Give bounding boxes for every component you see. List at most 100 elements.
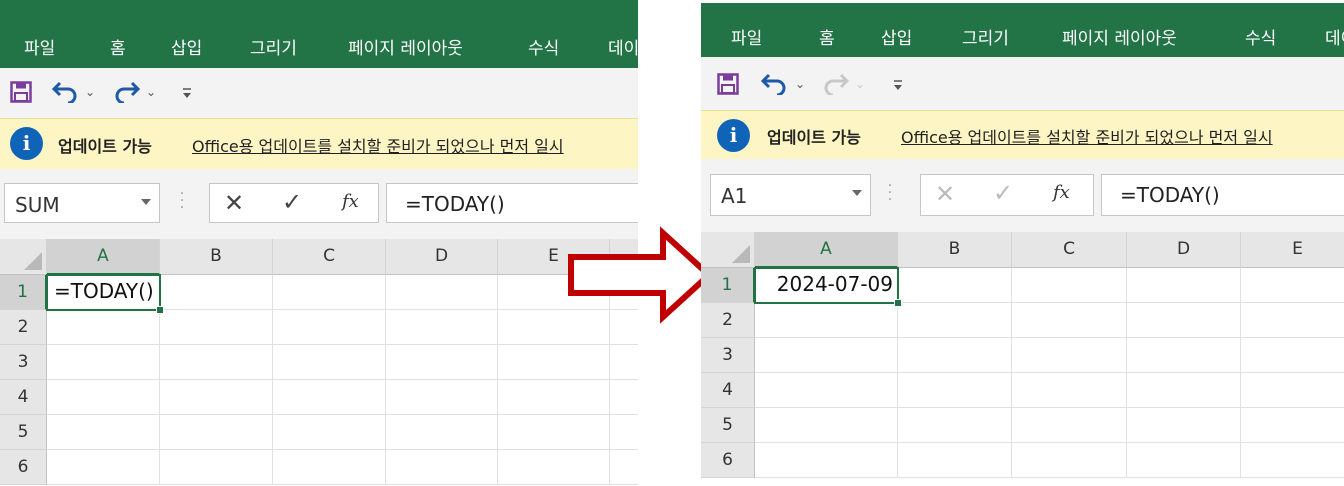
info-bar-message-link[interactable]: Office용 업데이트를 설치할 준비가 되었으나 먼저 일시 bbox=[901, 124, 1273, 148]
row-header-2[interactable]: 2 bbox=[701, 303, 755, 338]
tab-data[interactable]: 데이 bbox=[608, 34, 638, 59]
cell[interactable] bbox=[898, 268, 1012, 303]
cell[interactable] bbox=[898, 338, 1012, 373]
cell[interactable] bbox=[1241, 268, 1344, 303]
cell[interactable] bbox=[1127, 303, 1241, 338]
redo-icon[interactable] bbox=[112, 79, 140, 103]
tab-data[interactable]: 데이 bbox=[1325, 24, 1344, 49]
tab-file[interactable]: 파일 bbox=[731, 24, 762, 49]
cell[interactable] bbox=[386, 450, 498, 485]
row-header-6[interactable]: 6 bbox=[701, 443, 755, 478]
cell[interactable] bbox=[160, 345, 273, 380]
cell[interactable] bbox=[898, 373, 1012, 408]
cell[interactable] bbox=[386, 275, 498, 310]
tab-draw[interactable]: 그리기 bbox=[962, 24, 1009, 49]
cell[interactable] bbox=[1012, 303, 1127, 338]
cell[interactable] bbox=[1012, 373, 1127, 408]
cell[interactable] bbox=[1012, 443, 1127, 478]
row-header-1[interactable]: 1 bbox=[0, 275, 47, 310]
customize-qat-icon[interactable] bbox=[181, 87, 193, 99]
column-header-a[interactable]: A bbox=[755, 232, 898, 268]
tab-file[interactable]: 파일 bbox=[24, 34, 55, 59]
cell[interactable] bbox=[755, 338, 898, 373]
cell[interactable] bbox=[160, 415, 273, 450]
column-header-e[interactable]: E bbox=[1241, 232, 1344, 268]
cell[interactable] bbox=[498, 345, 610, 380]
column-header-b[interactable]: B bbox=[898, 232, 1012, 268]
cell[interactable] bbox=[273, 450, 386, 485]
cell[interactable] bbox=[898, 443, 1012, 478]
name-box[interactable]: SUM bbox=[4, 183, 160, 223]
cell[interactable] bbox=[1012, 338, 1127, 373]
row-header-5[interactable]: 5 bbox=[0, 415, 47, 450]
formula-input[interactable]: =TODAY() bbox=[1101, 174, 1344, 216]
cell[interactable] bbox=[1127, 443, 1241, 478]
cell[interactable] bbox=[755, 303, 898, 338]
tab-page-layout[interactable]: 페이지 레이아웃 bbox=[1062, 24, 1177, 49]
cancel-icon[interactable]: ✕ bbox=[224, 189, 244, 217]
cell[interactable] bbox=[386, 345, 498, 380]
row-header-1[interactable]: 1 bbox=[701, 268, 755, 303]
fx-icon[interactable]: fx bbox=[342, 191, 359, 212]
chevron-down-icon[interactable] bbox=[852, 190, 862, 196]
cell[interactable] bbox=[47, 310, 160, 345]
formula-input[interactable]: =TODAY() bbox=[386, 183, 638, 223]
cell[interactable] bbox=[498, 415, 610, 450]
active-cell-a1[interactable]: 2024-07-09 bbox=[754, 267, 902, 307]
cell[interactable] bbox=[610, 415, 638, 450]
cell[interactable] bbox=[498, 380, 610, 415]
cell[interactable] bbox=[1127, 268, 1241, 303]
row-header-3[interactable]: 3 bbox=[701, 338, 755, 373]
tab-draw[interactable]: 그리기 bbox=[250, 34, 297, 59]
undo-dropdown-icon[interactable]: ⌄ bbox=[85, 85, 95, 99]
cell[interactable] bbox=[1127, 373, 1241, 408]
cell[interactable] bbox=[1127, 338, 1241, 373]
active-cell-a1[interactable]: =TODAY() bbox=[46, 274, 164, 314]
column-header-a[interactable]: A bbox=[47, 239, 160, 275]
cell[interactable] bbox=[1012, 408, 1127, 443]
tab-insert[interactable]: 삽입 bbox=[171, 34, 202, 59]
formula-bar-grip-icon[interactable]: · · · bbox=[886, 179, 894, 207]
cell[interactable] bbox=[498, 450, 610, 485]
cell[interactable] bbox=[1241, 303, 1344, 338]
save-icon[interactable] bbox=[10, 81, 32, 103]
tab-home[interactable]: 홈 bbox=[819, 24, 835, 49]
check-icon[interactable]: ✓ bbox=[282, 188, 302, 216]
cell[interactable] bbox=[273, 380, 386, 415]
cell[interactable] bbox=[160, 380, 273, 415]
cell[interactable] bbox=[610, 345, 638, 380]
cell[interactable] bbox=[47, 450, 160, 485]
cell[interactable] bbox=[273, 415, 386, 450]
cell[interactable] bbox=[1241, 408, 1344, 443]
column-header-d[interactable]: D bbox=[1127, 232, 1241, 268]
row-header-6[interactable]: 6 bbox=[0, 450, 47, 485]
tab-formulas[interactable]: 수식 bbox=[1245, 24, 1276, 49]
cell[interactable] bbox=[1012, 268, 1127, 303]
cell[interactable] bbox=[160, 310, 273, 345]
cell[interactable] bbox=[755, 373, 898, 408]
cell[interactable] bbox=[755, 443, 898, 478]
cell[interactable] bbox=[898, 408, 1012, 443]
cell[interactable] bbox=[610, 380, 638, 415]
cell[interactable] bbox=[273, 310, 386, 345]
cell[interactable] bbox=[273, 275, 386, 310]
row-header-4[interactable]: 4 bbox=[701, 373, 755, 408]
undo-icon[interactable] bbox=[761, 71, 789, 95]
cell[interactable] bbox=[47, 380, 160, 415]
cell[interactable] bbox=[386, 380, 498, 415]
cell[interactable] bbox=[610, 450, 638, 485]
row-header-5[interactable]: 5 bbox=[701, 408, 755, 443]
tab-insert[interactable]: 삽입 bbox=[881, 24, 912, 49]
column-header-b[interactable]: B bbox=[160, 239, 273, 275]
cell[interactable] bbox=[1241, 373, 1344, 408]
formula-bar-grip-icon[interactable]: · · · bbox=[178, 187, 186, 215]
name-box[interactable]: A1 bbox=[710, 174, 871, 216]
fill-handle[interactable] bbox=[156, 306, 164, 314]
tab-home[interactable]: 홈 bbox=[110, 34, 126, 59]
cell[interactable] bbox=[898, 303, 1012, 338]
fill-handle[interactable] bbox=[894, 299, 902, 307]
fx-icon[interactable]: fx bbox=[1053, 182, 1070, 203]
cell[interactable] bbox=[386, 415, 498, 450]
cell[interactable] bbox=[386, 310, 498, 345]
tab-page-layout[interactable]: 페이지 레이아웃 bbox=[348, 34, 463, 59]
